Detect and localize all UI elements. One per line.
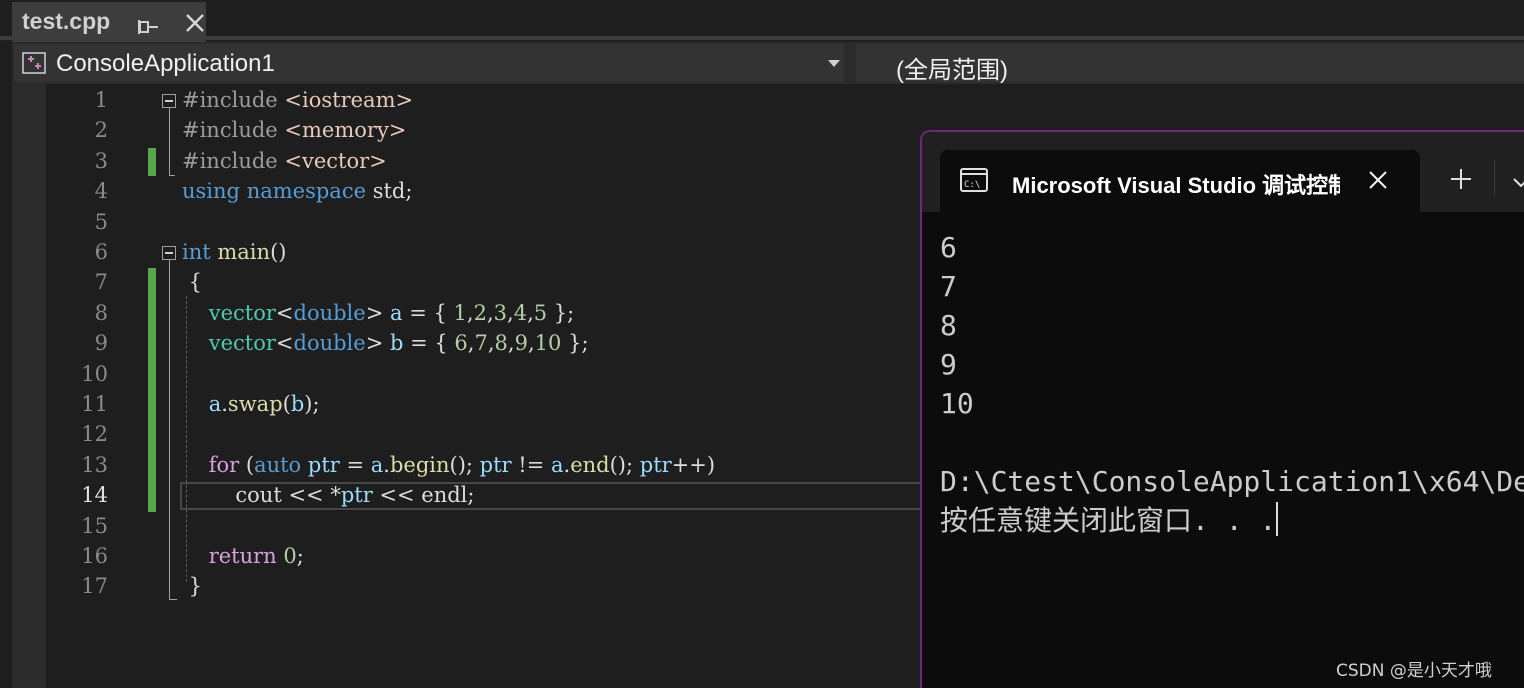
- chevron-down-icon[interactable]: [828, 60, 840, 67]
- console-tab-title: Microsoft Visual Studio 调试控制台: [1012, 173, 1340, 198]
- terminal-icon: C:\: [960, 168, 988, 192]
- line-number: 8: [94, 300, 108, 325]
- tab-title: test.cpp: [22, 8, 111, 34]
- console-prompt-line: 按任意键关闭此窗口. . .: [940, 501, 1524, 540]
- console-output[interactable]: 6 7 8 9 10 D:\Ctest\ConsoleApplication1\x64\…: [940, 228, 1524, 540]
- line-number: 12: [81, 422, 108, 447]
- console-line: 7: [940, 270, 957, 303]
- project-icon: [22, 52, 46, 74]
- debug-console-window[interactable]: C:\ Microsoft Visual Studio 调试控制台 6 7 8 …: [920, 130, 1524, 688]
- plus-icon[interactable]: [1450, 168, 1472, 190]
- line-number: 9: [94, 331, 108, 356]
- line-number: 10: [81, 361, 108, 386]
- navigation-bar: ConsoleApplication1 (全局范围): [12, 42, 1524, 84]
- console-prompt: 按任意键关闭此窗口. . .: [940, 504, 1277, 537]
- tab-underline: [0, 36, 1524, 40]
- tab-test-cpp[interactable]: test.cpp: [12, 2, 206, 42]
- console-line: D:\Ctest\ConsoleApplication1\x64\Debug\C…: [940, 465, 1524, 498]
- project-dropdown[interactable]: ConsoleApplication1: [14, 44, 844, 82]
- line-number: 5: [94, 209, 108, 234]
- line-number: 7: [94, 270, 108, 295]
- line-number: 2: [94, 118, 108, 143]
- ide-window: test.cpp ConsoleApplication1 (全局范围) 1 #i…: [0, 0, 1524, 688]
- watermark: CSDN @是小天才哦: [1336, 661, 1492, 681]
- line-number: 14: [81, 483, 108, 508]
- console-line: 10: [940, 387, 974, 420]
- close-icon[interactable]: [1368, 170, 1388, 190]
- line-number: 16: [81, 544, 108, 568]
- line-number: 11: [81, 392, 108, 416]
- console-line: 8: [940, 309, 957, 342]
- titlebar-divider: [1494, 160, 1495, 196]
- line-number: 13: [81, 452, 108, 477]
- console-tab[interactable]: C:\ Microsoft Visual Studio 调试控制台: [940, 150, 1420, 212]
- document-tab-strip: test.cpp: [0, 0, 1524, 42]
- scope-label: (全局范围): [896, 57, 1008, 84]
- console-line: 6: [940, 231, 957, 264]
- chevron-down-icon[interactable]: [1512, 174, 1524, 188]
- line-number: 4: [94, 179, 108, 204]
- project-name: ConsoleApplication1: [56, 50, 275, 77]
- line-number: 15: [81, 513, 108, 538]
- close-icon[interactable]: [184, 12, 206, 34]
- line-number: 6: [94, 240, 108, 264]
- line-number: 17: [81, 574, 108, 599]
- line-number: 3: [94, 148, 108, 173]
- scope-dropdown[interactable]: (全局范围): [856, 44, 1524, 84]
- console-line: 9: [940, 348, 957, 381]
- pin-icon[interactable]: [138, 14, 160, 34]
- text-cursor: [1276, 502, 1279, 536]
- line-number: 1: [94, 88, 108, 112]
- svg-text:C:\: C:\: [964, 180, 980, 190]
- code-line: 1 #include <iostream>: [12, 84, 1524, 114]
- console-titlebar: C:\ Microsoft Visual Studio 调试控制台: [922, 132, 1524, 212]
